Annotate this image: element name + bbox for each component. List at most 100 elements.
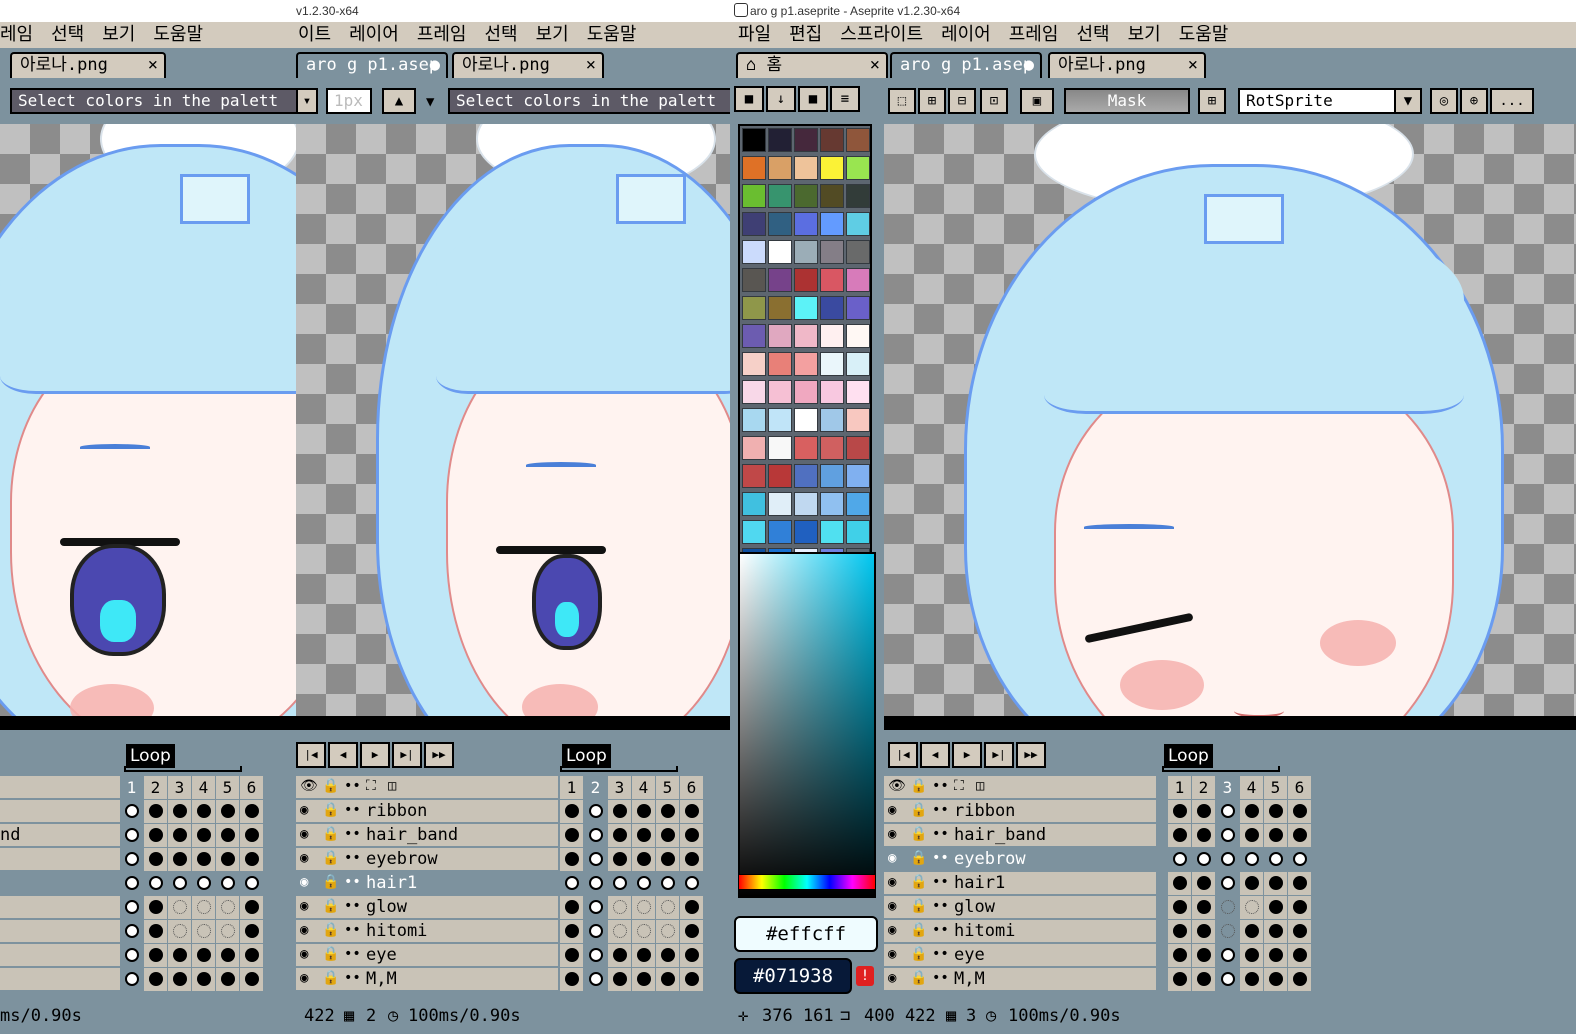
frame-number-6[interactable]: 6: [1288, 776, 1312, 799]
palette-swatch[interactable]: [846, 464, 870, 488]
cel[interactable]: [656, 872, 680, 895]
palette-swatch[interactable]: [846, 128, 870, 152]
lock-icon[interactable]: 🔒: [910, 826, 927, 842]
cel[interactable]: [1168, 824, 1192, 847]
palette-swatch[interactable]: [846, 352, 870, 376]
cel[interactable]: [1216, 848, 1240, 871]
selection-add-icon[interactable]: ⊞: [918, 88, 946, 114]
cel[interactable]: [240, 944, 264, 967]
layer-row-hair-band[interactable]: ◉ 🔒 •• hair_band: [884, 824, 1156, 847]
cel[interactable]: [1240, 968, 1264, 991]
mask-color-button[interactable]: Mask: [1064, 88, 1190, 114]
cel[interactable]: [240, 800, 264, 823]
palette-swatch[interactable]: [768, 380, 792, 404]
palette-swatch[interactable]: [846, 296, 870, 320]
lock-icon[interactable]: 🔒: [322, 778, 339, 794]
tab-home[interactable]: ⌂ 홈 ×: [736, 52, 888, 78]
eye-icon[interactable]: ◉: [888, 874, 896, 890]
new-group-icon[interactable]: ◫: [976, 778, 984, 794]
palette-swatch[interactable]: [794, 408, 818, 432]
lock-icon[interactable]: 🔒: [322, 802, 339, 818]
layer-row-M-M[interactable]: ◉ 🔒 •• M,M: [884, 968, 1156, 991]
continuous-icon[interactable]: ••: [344, 826, 361, 842]
eye-icon[interactable]: ◉: [888, 898, 896, 914]
layer-row-hitomi[interactable]: ◉ 🔒 •• hitomi: [884, 920, 1156, 943]
palette-swatch[interactable]: [742, 492, 766, 516]
continuous-icon[interactable]: ••: [344, 970, 361, 986]
lock-icon[interactable]: 🔒: [322, 898, 339, 914]
cel[interactable]: [144, 848, 168, 871]
cel[interactable]: [656, 920, 680, 943]
cel[interactable]: [584, 896, 608, 919]
cel[interactable]: [144, 920, 168, 943]
cel[interactable]: [584, 824, 608, 847]
cel[interactable]: [608, 920, 632, 943]
cel[interactable]: [560, 824, 584, 847]
cel[interactable]: [1168, 896, 1192, 919]
cel[interactable]: [1168, 872, 1192, 895]
palette-swatch[interactable]: [768, 128, 792, 152]
palette-swatch[interactable]: [742, 184, 766, 208]
continuous-icon[interactable]: ••: [932, 874, 949, 890]
continuous-icon[interactable]: ••: [932, 946, 949, 962]
cel[interactable]: [120, 896, 144, 919]
selection-subtract-icon[interactable]: ⊟: [948, 88, 976, 114]
palette-swatch[interactable]: [768, 268, 792, 292]
lock-icon[interactable]: 🔒: [322, 850, 339, 866]
cel[interactable]: [120, 944, 144, 967]
palette-swatch[interactable]: [768, 436, 792, 460]
menu-sprite[interactable]: 이트: [298, 24, 331, 45]
last-frame-button[interactable]: ▶▶: [1016, 742, 1046, 768]
palette-swatch[interactable]: [768, 520, 792, 544]
palette-swatch[interactable]: [820, 268, 844, 292]
cel[interactable]: [120, 872, 144, 895]
palette-swatch[interactable]: [742, 352, 766, 376]
first-frame-button[interactable]: |◀: [296, 742, 326, 768]
palette-swatch[interactable]: [742, 436, 766, 460]
cel[interactable]: [584, 968, 608, 991]
lock-icon[interactable]: 🔒: [910, 850, 927, 866]
cel[interactable]: [1192, 848, 1216, 871]
cel[interactable]: [1240, 944, 1264, 967]
cel[interactable]: [608, 800, 632, 823]
layer-row-eyebrow[interactable]: ◉ 🔒 •• eyebrow: [296, 848, 558, 871]
continuous-icon[interactable]: ••: [932, 970, 949, 986]
palette-swatch[interactable]: [794, 520, 818, 544]
layer-row-hair-band[interactable]: ◉ 🔒 •• hair_band: [296, 824, 558, 847]
layer-row-eye[interactable]: ◉ 🔒 •• eye: [884, 944, 1156, 967]
cel[interactable]: [1240, 824, 1264, 847]
palette-swatch[interactable]: [742, 240, 766, 264]
continuous-icon[interactable]: ••: [932, 850, 949, 866]
palette-swatch[interactable]: [846, 268, 870, 292]
cel[interactable]: [1264, 824, 1288, 847]
pivot-position-icon[interactable]: ◎: [1430, 88, 1458, 114]
lock-icon[interactable]: 🔒: [322, 970, 339, 986]
cel[interactable]: [216, 872, 240, 895]
cel[interactable]: [1288, 824, 1312, 847]
menu-edit[interactable]: 편집: [789, 24, 822, 45]
cel[interactable]: [656, 800, 680, 823]
menu-view[interactable]: 보기: [536, 24, 569, 45]
layer-row-glow[interactable]: ◉ 🔒 •• glow: [296, 896, 558, 919]
cel[interactable]: [680, 944, 704, 967]
cel[interactable]: [1288, 968, 1312, 991]
cel[interactable]: [144, 872, 168, 895]
tab-aro-g-p1[interactable]: aro g p1.asep ●: [296, 52, 448, 78]
tab-arona-png[interactable]: 아로나.png ×: [1048, 52, 1206, 78]
cel[interactable]: [1192, 896, 1216, 919]
continuous-icon[interactable]: ••: [344, 850, 361, 866]
cel[interactable]: [680, 800, 704, 823]
palette-swatch[interactable]: [742, 128, 766, 152]
cel[interactable]: [192, 920, 216, 943]
frame-number-5[interactable]: 5: [656, 776, 680, 799]
cel[interactable]: [1216, 800, 1240, 823]
palette-swatch[interactable]: [794, 184, 818, 208]
palette-swatch[interactable]: [794, 324, 818, 348]
palette-swatch[interactable]: [794, 436, 818, 460]
palette-swatch[interactable]: [846, 492, 870, 516]
link-icon[interactable]: ⛶: [954, 778, 964, 794]
tab-arona-png[interactable]: 아로나.png ×: [452, 52, 604, 78]
frame-number-4[interactable]: 4: [192, 776, 216, 799]
cel[interactable]: [192, 968, 216, 991]
cel[interactable]: [656, 824, 680, 847]
